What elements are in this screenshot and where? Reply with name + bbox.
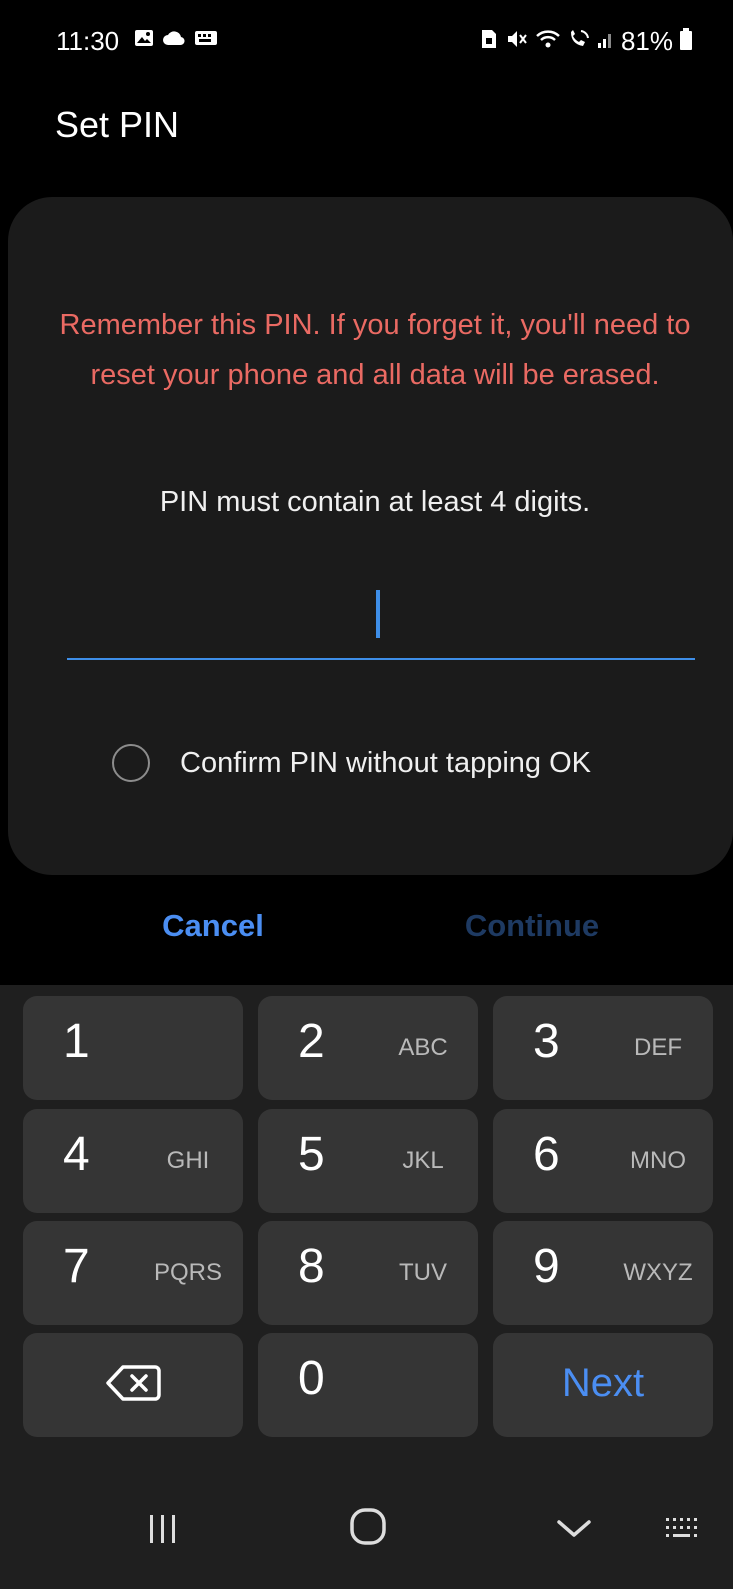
status-left-icons [134, 28, 218, 53]
key-3[interactable]: 3 DEF [493, 996, 713, 1100]
key-digit: 9 [533, 1240, 560, 1293]
continue-button[interactable]: Continue [452, 908, 612, 944]
battery-percent: 81% [620, 26, 673, 56]
key-digit: 7 [63, 1240, 90, 1293]
wifi-calling-icon [567, 28, 591, 55]
key-1[interactable]: 1 [23, 996, 243, 1100]
numeric-keypad: 1 2 ABC 3 DEF 4 GHI 5 JKL 6 MNO 7 PQRS 8… [0, 985, 733, 1589]
next-label: Next [561, 1361, 645, 1405]
key-letters: MNO [630, 1147, 686, 1174]
hint-text: PIN must contain at least 4 digits. [159, 486, 591, 518]
backspace-key[interactable] [23, 1333, 243, 1437]
key-letters: WXYZ [623, 1259, 693, 1286]
status-time: 11:30 [56, 26, 120, 56]
gallery-icon [134, 28, 154, 53]
key-7[interactable]: 7 PQRS [23, 1221, 243, 1325]
key-digit: 6 [533, 1128, 560, 1181]
key-digit: 0 [298, 1352, 325, 1405]
key-letters: PQRS [153, 1259, 222, 1286]
key-letters: DEF [634, 1034, 682, 1061]
key-digit: 4 [63, 1128, 90, 1181]
key-letters: GHI [166, 1147, 210, 1174]
sim-lock-icon [479, 28, 499, 55]
key-digit: 2 [298, 1015, 325, 1068]
key-digit: 8 [298, 1240, 325, 1293]
backspace-icon [105, 1363, 161, 1408]
page-title: Set PIN [55, 104, 180, 145]
key-digit: 3 [533, 1015, 560, 1068]
key-9[interactable]: 9 WXYZ [493, 1221, 713, 1325]
key-8[interactable]: 8 TUV [258, 1221, 478, 1325]
cloud-icon [162, 29, 186, 52]
confirm-pin-option[interactable]: Confirm PIN without tapping OK [112, 744, 591, 782]
cancel-button[interactable]: Cancel [148, 908, 278, 944]
confirm-pin-radio[interactable] [112, 744, 150, 782]
warning-text: Remember this PIN. If you forget it, you… [59, 309, 691, 391]
recent-apps-icon[interactable] [146, 1512, 180, 1551]
key-letters: ABC [398, 1034, 448, 1061]
key-0[interactable]: 0 [258, 1333, 478, 1437]
home-icon[interactable] [350, 1508, 386, 1551]
key-digit: 1 [63, 1015, 90, 1068]
pin-input[interactable] [67, 590, 695, 660]
signal-icon [597, 28, 615, 55]
mute-icon [505, 28, 529, 55]
key-5[interactable]: 5 JKL [258, 1109, 478, 1213]
back-icon[interactable] [556, 1516, 592, 1545]
key-letters: JKL [402, 1147, 444, 1174]
battery-icon [679, 27, 693, 56]
text-cursor [376, 590, 380, 638]
key-4[interactable]: 4 GHI [23, 1109, 243, 1213]
status-bar: 11:30 81% [0, 0, 733, 80]
status-right-icons: 81% [479, 26, 693, 57]
key-digit: 5 [298, 1128, 325, 1181]
key-6[interactable]: 6 MNO [493, 1109, 713, 1213]
keyboard-icon[interactable] [664, 1516, 704, 1547]
confirm-pin-label: Confirm PIN without tapping OK [180, 746, 592, 779]
key-letters: TUV [399, 1259, 447, 1286]
key-2[interactable]: 2 ABC [258, 996, 478, 1100]
pin-input-container [67, 590, 695, 660]
wifi-icon [535, 28, 561, 55]
keyboard-badge-icon [194, 29, 218, 52]
next-key[interactable]: Next [493, 1333, 713, 1437]
